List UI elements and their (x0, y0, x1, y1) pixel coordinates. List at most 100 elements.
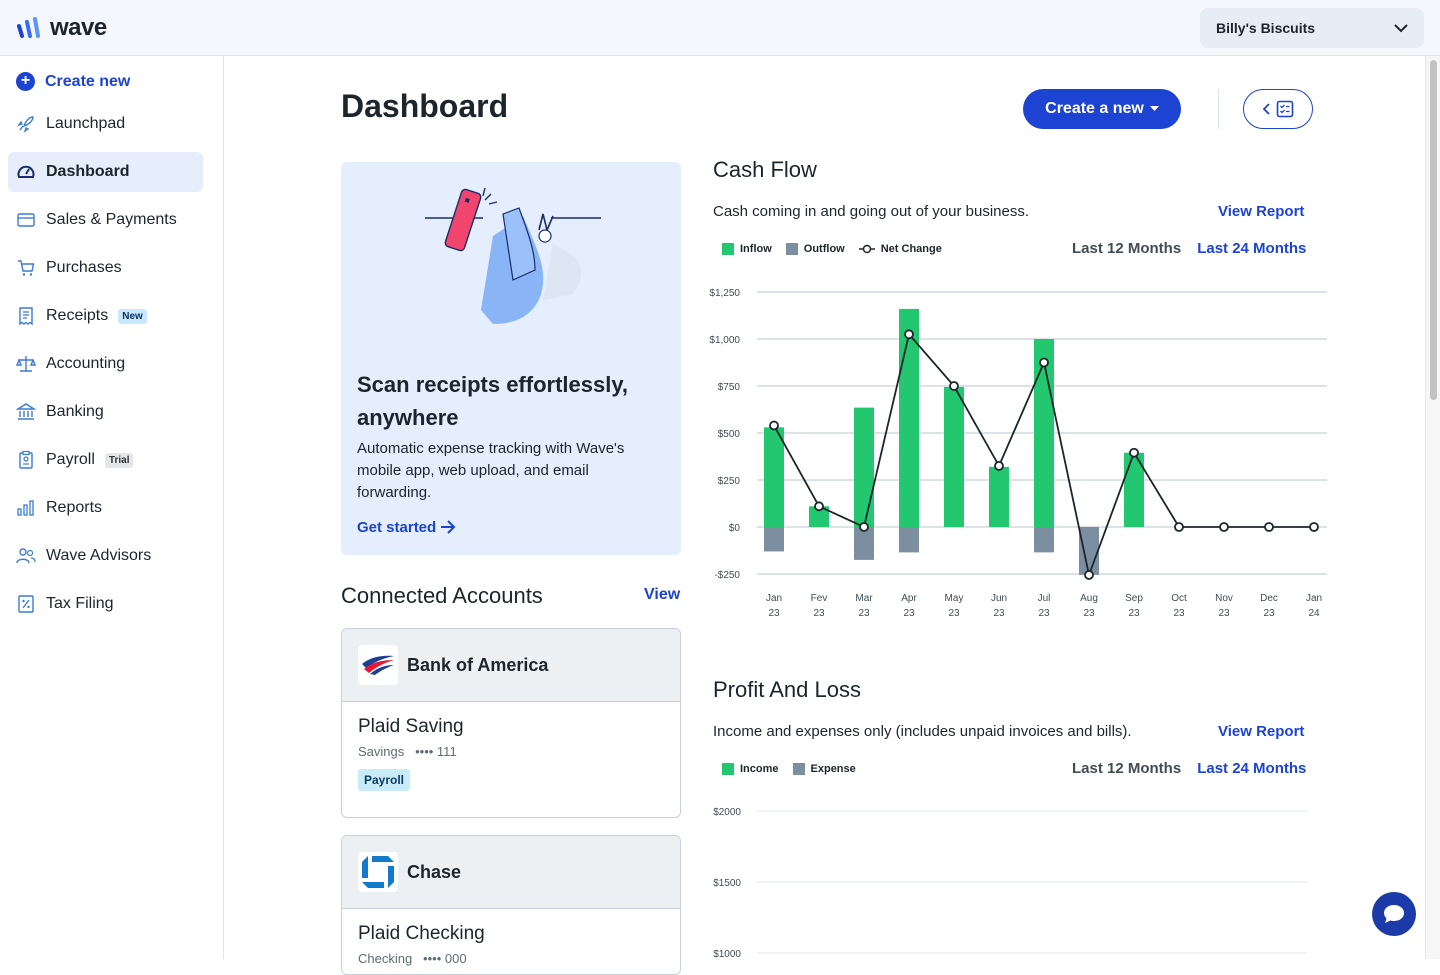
profit-loss-title: Profit And Loss (713, 677, 861, 702)
x-tick-label: Sep (1125, 593, 1143, 604)
x-tick-label: 23 (1083, 608, 1095, 619)
bank-of-america-logo (358, 645, 398, 685)
create-a-new-label: Create a new (1045, 100, 1144, 117)
y-tick-label: -$250 (714, 570, 740, 581)
sidebar-item-wave-advisors[interactable]: Wave Advisors (8, 536, 203, 576)
x-tick-label: 23 (1173, 608, 1185, 619)
scrollbar-thumb[interactable] (1430, 60, 1437, 400)
cash-flow-view-report-link[interactable]: View Report (1218, 203, 1304, 220)
y-tick-label: $1,000 (709, 335, 740, 346)
sidebar-item-reports[interactable]: Reports (8, 488, 203, 528)
sidebar-nav: Launchpad Dashboard Sales & Payments Pur… (8, 104, 203, 632)
sidebar-item-accounting[interactable]: Accounting (8, 344, 203, 384)
sidebar-item-payroll[interactable]: Payroll Trial (8, 440, 203, 480)
profit-loss-legend: Income Expense (722, 763, 856, 775)
last-24-months-button[interactable]: Last 24 Months (1197, 760, 1306, 777)
clipboard-icon (19, 450, 33, 469)
y-tick-label: $500 (718, 429, 741, 440)
legend-label: Inflow (740, 243, 772, 255)
sidebar-item-label: Dashboard (46, 163, 130, 180)
create-a-new-button[interactable]: Create a new (1023, 89, 1181, 129)
people-icon (16, 548, 36, 564)
percent-doc-icon (18, 595, 34, 613)
inflow-bar (854, 407, 874, 527)
profit-loss-chart: $2000 $1500 $1000 (713, 807, 1307, 959)
plus-circle-icon: + (16, 72, 35, 91)
scan-card-title: Scan receipts effortlessly, anywhere (357, 372, 629, 430)
last-24-months-button[interactable]: Last 24 Months (1197, 240, 1306, 257)
income-swatch (722, 763, 734, 775)
net-change-point (1309, 522, 1319, 532)
wave-logo[interactable]: wave (16, 14, 107, 42)
scale-icon (16, 356, 36, 372)
account-card-header: Bank of America (342, 629, 680, 702)
sidebar-item-label: Tax Filing (46, 595, 114, 612)
wave-logo-icon (17, 17, 40, 38)
account-type: Plaid Saving (358, 716, 464, 737)
legend-label: Income (740, 763, 779, 775)
x-tick-label: Dec (1260, 593, 1278, 604)
y-tick-label: $2000 (713, 807, 741, 818)
x-tick-label: Nov (1215, 593, 1233, 604)
last-12-months-button[interactable]: Last 12 Months (1072, 240, 1181, 257)
sidebar-item-tax-filing[interactable]: Tax Filing (8, 584, 203, 624)
chat-button[interactable] (1372, 892, 1416, 936)
sidebar-item-label: Purchases (46, 259, 122, 276)
sidebar-item-banking[interactable]: Banking (8, 392, 203, 432)
x-tick-label: Jan (766, 593, 782, 604)
divider (1218, 89, 1219, 129)
legend-label: Outflow (803, 243, 845, 255)
business-switcher[interactable]: Billy's Biscuits (1200, 8, 1424, 48)
sidebar-item-launchpad[interactable]: Launchpad (8, 104, 203, 144)
net-change-point (859, 522, 869, 532)
cash-flow-range-toggle: Last 12 Months Last 24 Months (1072, 240, 1306, 257)
y-tick-label: $0 (729, 523, 741, 534)
expense-swatch (792, 763, 805, 775)
outflow-bar (899, 527, 919, 553)
legend-item-net-change: Net Change (858, 243, 942, 255)
outflow-bar (764, 527, 784, 552)
cart-icon (18, 260, 35, 276)
y-tick-label: $1,250 (709, 288, 740, 299)
x-tick-label: Aug (1080, 593, 1098, 604)
scrollbar[interactable] (1425, 56, 1440, 959)
net-change-point (1264, 522, 1274, 532)
outflow-bar (1034, 527, 1054, 553)
account-subtype-label: Savings (358, 744, 405, 759)
x-tick-label: 23 (813, 608, 825, 619)
sidebar-item-receipts[interactable]: Receipts New (8, 296, 203, 336)
collapse-panel-button[interactable] (1243, 89, 1313, 129)
chevron-down-icon (1394, 23, 1408, 32)
last-12-months-button[interactable]: Last 12 Months (1072, 760, 1181, 777)
profit-loss-description: Income and expenses only (includes unpai… (713, 723, 1132, 740)
x-tick-label: 23 (948, 608, 960, 619)
connected-accounts-view-link[interactable]: View (644, 586, 680, 604)
sidebar-item-dashboard[interactable]: Dashboard (8, 152, 203, 192)
legend-label: Expense (810, 763, 856, 775)
y-tick-label: $1500 (713, 878, 741, 889)
legend-item-outflow: Outflow (785, 243, 845, 255)
chase-logo (358, 852, 398, 892)
profit-loss-view-report-link[interactable]: View Report (1218, 723, 1304, 740)
sidebar-item-label: Payroll (46, 451, 95, 468)
legend-item-income: Income (722, 763, 779, 775)
create-new-button[interactable]: + Create new (16, 72, 130, 91)
chat-bubble-icon (1384, 905, 1404, 923)
x-tick-label: Jun (991, 593, 1007, 604)
account-card[interactable]: Chase Plaid Checking Checking •••• 000 (341, 835, 681, 975)
sidebar-item-sales-payments[interactable]: Sales & Payments (8, 200, 203, 240)
receipt-icon (19, 307, 33, 326)
get-started-label: Get started (357, 519, 437, 536)
create-new-label: Create new (45, 72, 131, 90)
x-tick-label: Oct (1171, 593, 1187, 604)
payroll-tag: Payroll (358, 769, 411, 791)
account-card[interactable]: Bank of America Plaid Saving Savings •••… (341, 628, 681, 818)
get-started-link[interactable]: Get started (357, 519, 456, 536)
receipt-phone-illustration (425, 187, 601, 324)
legend-item-inflow: Inflow (722, 243, 772, 255)
sidebar-item-label: Receipts (46, 307, 109, 324)
x-tick-label: 24 (1308, 608, 1320, 619)
sidebar-item-purchases[interactable]: Purchases (8, 248, 203, 288)
bank-icon (16, 403, 36, 420)
bank-name: Chase (407, 861, 462, 882)
